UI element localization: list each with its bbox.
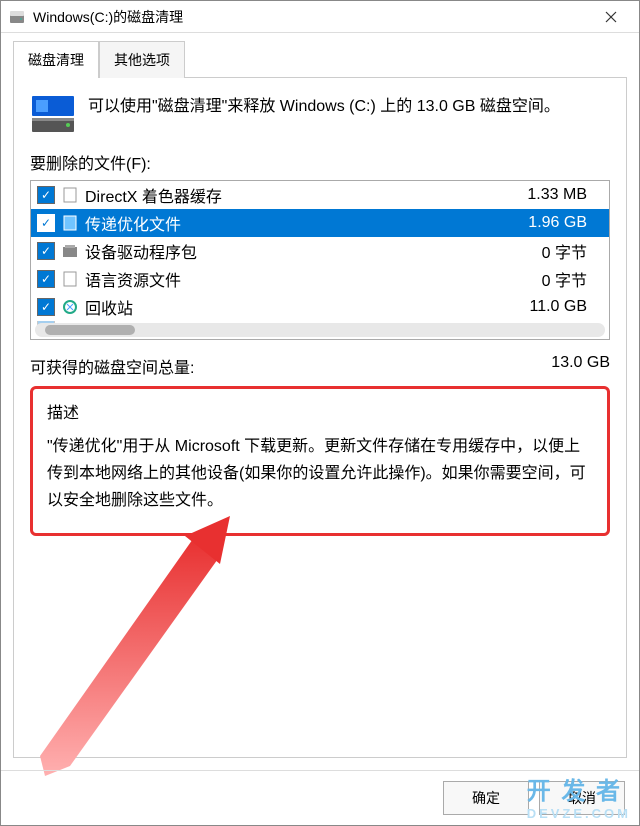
scrollbar[interactable] xyxy=(35,323,605,337)
checkbox-icon[interactable]: ✓ xyxy=(37,242,55,260)
intro-section: 可以使用"磁盘清理"来释放 Windows (C:) 上的 13.0 GB 磁盘… xyxy=(30,94,610,134)
file-row-driver-packages[interactable]: ✓ 设备驱动程序包 0 字节 xyxy=(31,237,609,265)
file-row-recycle-bin[interactable]: ✓ 回收站 11.0 GB xyxy=(31,293,609,321)
description-text: "传递优化"用于从 Microsoft 下载更新。更新文件存储在专用缓存中，以便… xyxy=(47,433,593,515)
file-icon xyxy=(61,214,79,232)
file-size: 1.33 MB xyxy=(507,186,587,204)
scrollbar-thumb[interactable] xyxy=(45,325,135,335)
file-row-language-res[interactable]: ✓ 语言资源文件 0 字节 xyxy=(31,265,609,293)
checkbox-icon[interactable]: ✓ xyxy=(37,214,55,232)
checkbox-icon[interactable]: ✓ xyxy=(37,298,55,316)
annotation-arrow-icon xyxy=(20,506,320,786)
tab-cleanup[interactable]: 磁盘清理 xyxy=(13,41,99,78)
file-size: 1.96 GB xyxy=(507,214,587,232)
disk-cleanup-window: Windows(C:)的磁盘清理 磁盘清理 其他选项 可以使用"磁盘清理"来释放… xyxy=(0,0,640,826)
description-box: 描述 "传递优化"用于从 Microsoft 下载更新。更新文件存储在专用缓存中… xyxy=(30,386,610,536)
tab-other-options[interactable]: 其他选项 xyxy=(99,41,185,78)
file-name: DirectX 着色器缓存 xyxy=(85,183,507,207)
file-row-delivery-opt[interactable]: ✓ 传递优化文件 1.96 GB xyxy=(31,209,609,237)
description-title: 描述 xyxy=(47,399,593,423)
file-name: 语言资源文件 xyxy=(85,267,507,291)
file-size: 0 字节 xyxy=(507,267,587,291)
file-size: 0 字节 xyxy=(507,239,587,263)
file-name: 设备驱动程序包 xyxy=(85,239,507,263)
file-icon xyxy=(61,270,79,288)
titlebar: Windows(C:)的磁盘清理 xyxy=(1,1,639,33)
spacer xyxy=(30,536,610,741)
file-icon xyxy=(61,186,79,204)
disk-cleanup-icon xyxy=(9,9,25,25)
file-row-directx[interactable]: ✓ DirectX 着色器缓存 1.33 MB xyxy=(31,181,609,209)
window-title: Windows(C:)的磁盘清理 xyxy=(33,7,591,27)
disk-icon xyxy=(30,94,76,134)
close-button[interactable] xyxy=(591,2,631,32)
ok-button[interactable]: 确定 xyxy=(443,781,529,815)
checkbox-icon[interactable]: ✓ xyxy=(37,270,55,288)
file-name: 回收站 xyxy=(85,295,507,319)
files-list[interactable]: ✓ DirectX 着色器缓存 1.33 MB ✓ 传递优化文件 1.96 GB… xyxy=(30,180,610,340)
total-value: 13.0 GB xyxy=(551,354,610,378)
files-list-label: 要删除的文件(F): xyxy=(30,150,610,174)
file-size: 11.0 GB xyxy=(507,298,587,316)
cancel-button[interactable]: 取消 xyxy=(539,781,625,815)
tab-bar: 磁盘清理 其他选项 xyxy=(1,33,639,78)
total-row: 可获得的磁盘空间总量: 13.0 GB xyxy=(30,354,610,378)
tab-panel: 可以使用"磁盘清理"来释放 Windows (C:) 上的 13.0 GB 磁盘… xyxy=(13,77,627,758)
package-icon xyxy=(61,242,79,260)
total-label: 可获得的磁盘空间总量: xyxy=(30,354,194,378)
recycle-icon xyxy=(61,298,79,316)
button-bar: 确定 取消 开 发 者 DEVZE.COM xyxy=(1,770,639,825)
checkbox-icon[interactable]: ✓ xyxy=(37,186,55,204)
file-name: 传递优化文件 xyxy=(85,211,507,235)
intro-text: 可以使用"磁盘清理"来释放 Windows (C:) 上的 13.0 GB 磁盘… xyxy=(88,94,560,134)
